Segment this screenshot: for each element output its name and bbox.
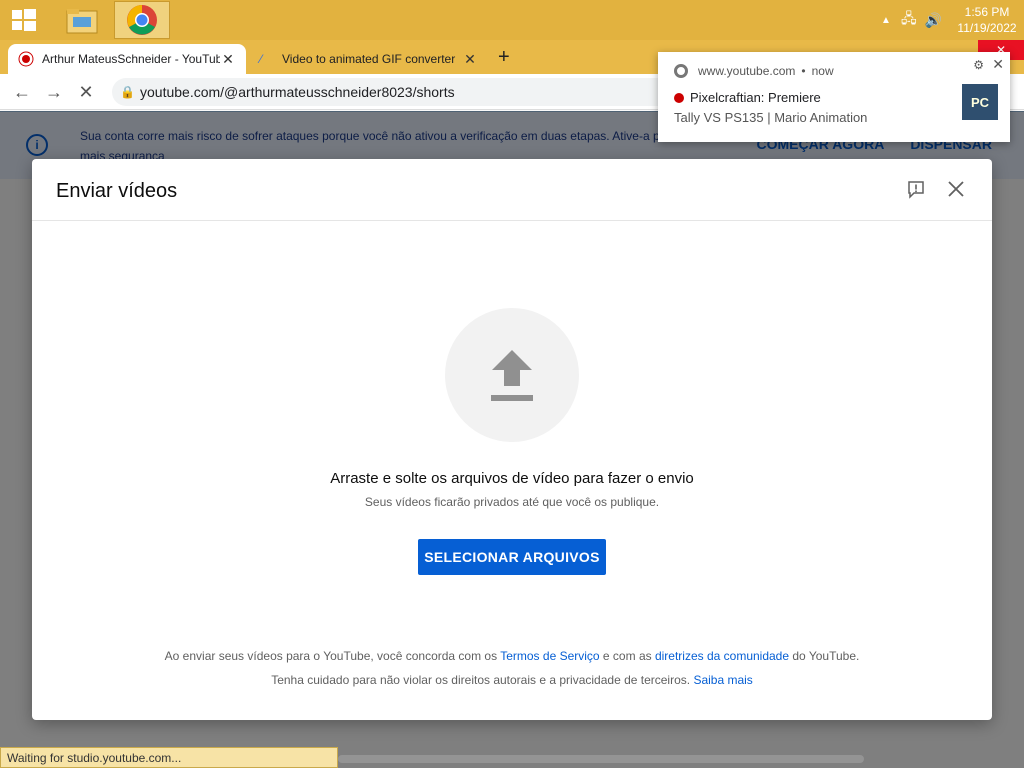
clock[interactable]: 1:56 PM 11/19/2022 xyxy=(950,4,1024,36)
tab-title: Video to animated GIF converter xyxy=(282,52,456,66)
notification-time: now xyxy=(811,64,834,78)
feedback-exclamation-icon xyxy=(908,181,924,199)
close-dialog-icon[interactable] xyxy=(944,177,968,201)
chrome-notification[interactable]: www.youtube.com • now ⚙ ✕ Pixelcraftian:… xyxy=(658,52,1010,142)
notification-source: www.youtube.com • now xyxy=(674,64,834,78)
terms-text-pre: Ao enviar seus vídeos para o YouTube, vo… xyxy=(164,649,501,663)
terms-text-mid: e com as xyxy=(599,649,655,663)
forward-arrow-icon[interactable]: → xyxy=(42,81,66,103)
gif-converter-favicon-icon: ⁄ xyxy=(260,52,263,66)
volume-icon[interactable]: 🔊 xyxy=(925,12,942,29)
notification-title: Pixelcraftian: Premiere xyxy=(674,90,821,105)
privacy-note: Seus vídeos ficarão privados até que voc… xyxy=(364,495,660,509)
tab-youtube[interactable]: Arthur MateusSchneider - YouTube ✕ xyxy=(8,44,246,74)
youtube-studio-favicon-icon xyxy=(18,51,34,67)
notification-thumbnail-text: PC xyxy=(970,94,990,110)
copyright-text: Tenha cuidado para não violar os direito… xyxy=(271,673,694,687)
file-explorer-icon xyxy=(66,9,98,34)
live-dot-icon xyxy=(674,92,684,103)
horizontal-scrollbar[interactable] xyxy=(338,755,864,763)
dialog-header: Enviar vídeos xyxy=(32,159,992,221)
upload-drop-zone[interactable] xyxy=(445,308,579,442)
terms-notice: Ao enviar seus vídeos para o YouTube, vo… xyxy=(32,649,992,663)
tab-close-icon[interactable]: ✕ xyxy=(220,51,236,68)
tab-close-icon[interactable]: ✕ xyxy=(462,51,478,68)
feedback-icon[interactable] xyxy=(904,177,928,201)
clock-time: 1:56 PM xyxy=(964,5,1010,19)
dialog-title: Enviar vídeos xyxy=(56,180,178,202)
notification-thumbnail: PC xyxy=(962,84,998,120)
chrome-small-icon xyxy=(674,64,688,78)
windows-start-button[interactable] xyxy=(6,6,42,34)
notification-close-icon[interactable]: ✕ xyxy=(992,56,1004,73)
copyright-notice: Tenha cuidado para não violar os direito… xyxy=(32,673,992,687)
tray-chevron-up-icon[interactable]: ▲ xyxy=(881,15,891,26)
notification-body: Tally VS PS135 | Mario Animation xyxy=(674,110,868,125)
drag-drop-instruction: Arraste e solte os arquivos de vídeo par… xyxy=(330,470,694,487)
stop-loading-x-icon[interactable]: ✕ xyxy=(74,81,98,103)
upload-arrow-icon xyxy=(491,350,533,401)
address-url: youtube.com/@arthurmateusschneider8023/s… xyxy=(140,84,455,100)
file-explorer-taskbar-button[interactable] xyxy=(54,1,110,39)
system-tray: ▲ 🖧 🔊 1:56 PM 11/19/2022 xyxy=(881,0,1024,40)
select-files-button[interactable]: SELECIONAR ARQUIVOS xyxy=(418,539,606,575)
lock-icon[interactable]: 🔒 xyxy=(120,85,140,99)
windows-logo-icon xyxy=(12,9,36,31)
close-x-icon xyxy=(948,181,964,197)
upload-videos-dialog: Enviar vídeos Arraste e solte os arquivo… xyxy=(32,159,992,720)
notification-title-text: Pixelcraftian: Premiere xyxy=(690,90,821,105)
learn-more-link[interactable]: Saiba mais xyxy=(693,673,752,687)
new-tab-plus-icon[interactable]: + xyxy=(498,46,510,69)
tab-title: Arthur MateusSchneider - YouTube xyxy=(42,52,220,66)
tab-gif-converter[interactable]: ⁄ Video to animated GIF converter ✕ xyxy=(250,44,488,74)
address-bar[interactable]: 🔒 youtube.com/@arthurmateusschneider8023… xyxy=(112,78,672,106)
terms-text-post: do YouTube. xyxy=(789,649,860,663)
notification-origin: www.youtube.com xyxy=(698,64,796,78)
terms-of-service-link[interactable]: Termos de Serviço xyxy=(500,649,599,663)
notification-settings-gear-icon[interactable]: ⚙ xyxy=(973,58,984,72)
taskbar: ▲ 🖧 🔊 1:56 PM 11/19/2022 xyxy=(0,0,1024,40)
chrome-taskbar-button[interactable] xyxy=(114,1,170,39)
network-icon[interactable]: 🖧 xyxy=(901,8,917,32)
back-arrow-icon[interactable]: ← xyxy=(10,81,34,103)
status-bar: Waiting for studio.youtube.com... xyxy=(0,747,338,768)
chrome-icon xyxy=(127,5,157,35)
clock-date: 11/19/2022 xyxy=(957,21,1017,35)
community-guidelines-link[interactable]: diretrizes da comunidade xyxy=(655,649,789,663)
